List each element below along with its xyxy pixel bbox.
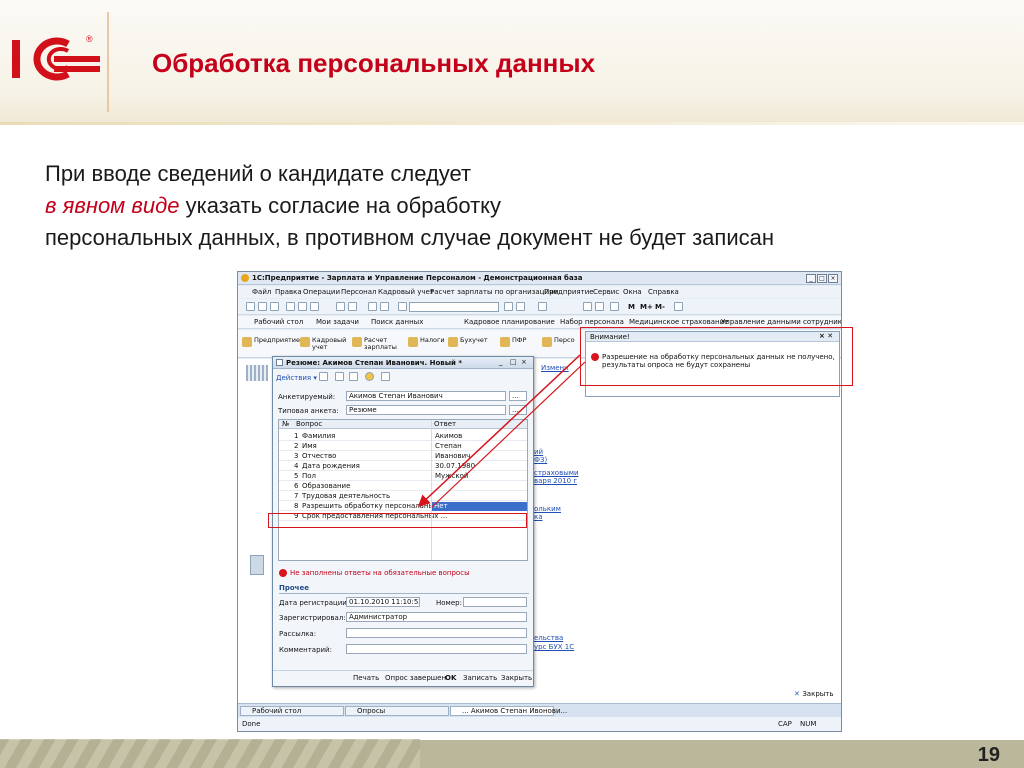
footer-pattern	[0, 739, 420, 768]
annotation-arrow	[417, 354, 586, 508]
page-number: 19	[977, 744, 1000, 766]
